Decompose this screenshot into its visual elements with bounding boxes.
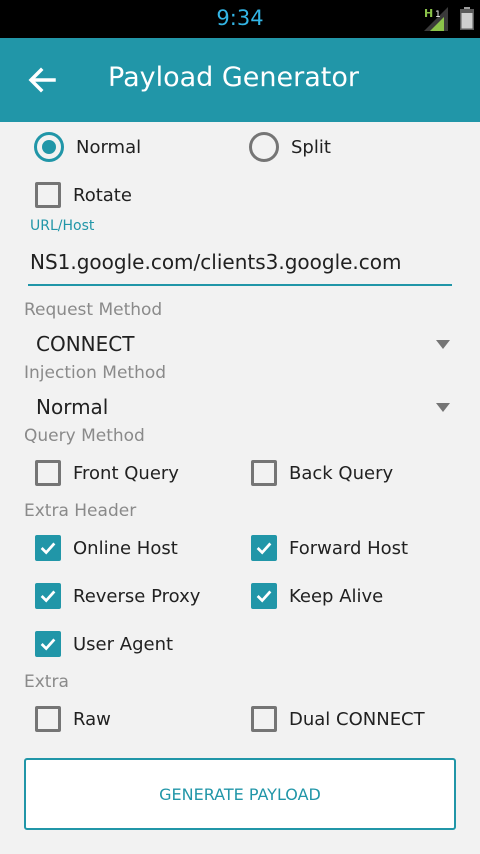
radio-normal-circle (34, 132, 64, 162)
radio-normal-label: Normal (76, 136, 142, 158)
checkbox-forward-host[interactable]: Forward Host (251, 528, 408, 568)
checkbox-back-query-label: Back Query (289, 462, 394, 484)
checkbox-raw-box (35, 706, 61, 732)
checkbox-dual-connect-label: Dual CONNECT (289, 708, 425, 730)
generate-payload-button[interactable]: GENERATE PAYLOAD (24, 758, 456, 830)
checkbox-reverse-proxy-box (35, 583, 61, 609)
checkbox-back-query[interactable]: Back Query (251, 453, 393, 493)
checkbox-dual-connect-box (251, 706, 277, 732)
checkbox-front-query[interactable]: Front Query (35, 453, 179, 493)
dropdown-arrow-icon (436, 340, 450, 349)
battery-icon (460, 7, 474, 30)
checkbox-front-query-label: Front Query (73, 462, 179, 484)
radio-split-label: Split (291, 136, 331, 158)
checkbox-rotate[interactable]: Rotate (35, 175, 132, 215)
checkbox-rotate-label: Rotate (73, 184, 132, 206)
injection-method-spinner[interactable]: Normal (24, 387, 456, 427)
radio-split[interactable]: Split (249, 127, 331, 167)
checkbox-back-query-box (251, 460, 277, 486)
query-method-label: Query Method (24, 426, 145, 446)
svg-text:H: H (424, 7, 433, 20)
app-bar: Payload Generator (0, 38, 480, 122)
url-host-input[interactable] (28, 244, 452, 286)
checkbox-rotate-box (35, 182, 61, 208)
back-arrow-icon[interactable] (22, 60, 62, 100)
radio-split-circle (249, 132, 279, 162)
status-bar: 9:34 H 1 (0, 0, 480, 38)
page-title: Payload Generator (108, 62, 359, 93)
checkbox-online-host-label: Online Host (73, 537, 178, 559)
checkbox-user-agent-box (35, 631, 61, 657)
checkbox-front-query-box (35, 460, 61, 486)
checkbox-keep-alive-label: Keep Alive (289, 585, 384, 607)
request-method-label: Request Method (24, 300, 163, 320)
checkbox-dual-connect[interactable]: Dual CONNECT (251, 699, 425, 739)
checkbox-keep-alive-box (251, 583, 277, 609)
checkbox-raw[interactable]: Raw (35, 699, 111, 739)
checkbox-reverse-proxy-label: Reverse Proxy (73, 585, 201, 607)
checkbox-user-agent-label: User Agent (73, 633, 174, 655)
checkbox-reverse-proxy[interactable]: Reverse Proxy (35, 576, 200, 616)
dropdown-arrow-icon (436, 403, 450, 412)
checkbox-forward-host-box (251, 535, 277, 561)
url-host-label: URL/Host (30, 218, 95, 234)
injection-method-value: Normal (36, 395, 109, 419)
checkbox-online-host[interactable]: Online Host (35, 528, 178, 568)
injection-method-label: Injection Method (24, 363, 167, 383)
extra-label: Extra (24, 672, 69, 692)
checkbox-forward-host-label: Forward Host (289, 537, 409, 559)
extra-header-label: Extra Header (24, 501, 137, 521)
request-method-value: CONNECT (36, 332, 135, 356)
svg-text:1: 1 (435, 10, 441, 20)
request-method-spinner[interactable]: CONNECT (24, 324, 456, 364)
status-time: 9:34 (216, 6, 264, 30)
checkbox-online-host-box (35, 535, 61, 561)
checkbox-raw-label: Raw (73, 708, 111, 730)
radio-normal[interactable]: Normal (34, 127, 141, 167)
signal-icon: H 1 (424, 7, 448, 31)
checkbox-user-agent[interactable]: User Agent (35, 624, 173, 664)
checkbox-keep-alive[interactable]: Keep Alive (251, 576, 383, 616)
